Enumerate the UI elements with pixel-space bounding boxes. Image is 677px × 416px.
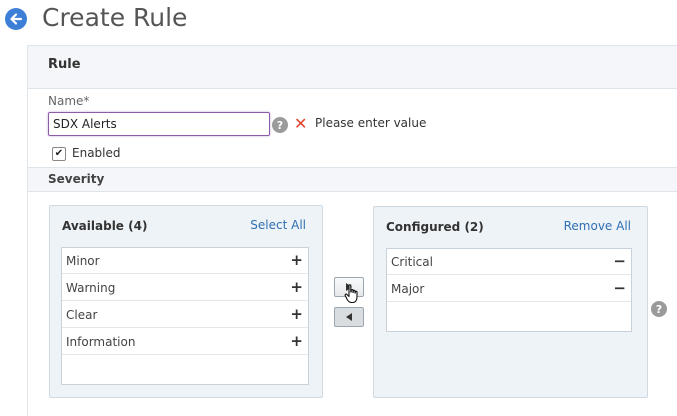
severity-heading: Severity: [48, 172, 105, 186]
list-item[interactable]: Warning +: [62, 275, 308, 301]
minus-icon[interactable]: −: [613, 279, 626, 297]
available-list[interactable]: Minor + Warning + Clear + Information +: [61, 247, 309, 385]
enabled-checkbox[interactable]: ✔: [52, 147, 66, 161]
item-label: Clear: [66, 308, 98, 322]
hand-cursor-icon: [344, 284, 358, 304]
item-label: Information: [66, 335, 136, 349]
name-input[interactable]: [48, 112, 270, 136]
list-item[interactable]: Critical −: [387, 249, 631, 275]
severity-section-header: [28, 167, 677, 192]
configured-listbox: Configured (2) Remove All Critical − Maj…: [373, 206, 648, 398]
page-title: Create Rule: [42, 3, 188, 32]
rule-heading: Rule: [48, 57, 81, 72]
help-icon[interactable]: ?: [272, 117, 288, 133]
name-label: Name*: [48, 94, 90, 108]
error-x-icon: ✕: [294, 114, 308, 133]
plus-icon[interactable]: +: [290, 278, 303, 296]
select-all-link[interactable]: Select All: [250, 218, 306, 232]
remove-all-link[interactable]: Remove All: [564, 219, 631, 233]
caret-left-icon: [346, 313, 352, 321]
plus-icon[interactable]: +: [290, 251, 303, 269]
plus-icon[interactable]: +: [290, 332, 303, 350]
name-error-message: Please enter value: [315, 116, 427, 130]
rule-panel: Rule Name* ? ✕ Please enter value ✔ Enab…: [27, 45, 677, 416]
arrow-left-icon: [10, 13, 23, 25]
available-listbox: Available (4) Select All Minor + Warning…: [49, 205, 323, 398]
enabled-label: Enabled: [72, 146, 121, 160]
configured-title: Configured (2): [386, 220, 484, 234]
item-label: Critical: [391, 255, 433, 269]
list-item[interactable]: Clear +: [62, 302, 308, 328]
available-title: Available (4): [62, 219, 148, 233]
configured-list[interactable]: Critical − Major −: [386, 248, 632, 332]
back-button[interactable]: [5, 8, 27, 30]
check-icon: ✔: [54, 148, 64, 159]
list-item[interactable]: Minor +: [62, 248, 308, 274]
item-label: Minor: [66, 254, 100, 268]
move-left-button[interactable]: [334, 307, 364, 327]
minus-icon[interactable]: −: [613, 252, 626, 270]
severity-help-icon[interactable]: ?: [651, 301, 667, 317]
item-label: Warning: [66, 281, 116, 295]
list-item[interactable]: Major −: [387, 276, 631, 302]
plus-icon[interactable]: +: [290, 305, 303, 323]
rule-section-header: [28, 46, 677, 89]
list-item[interactable]: Information +: [62, 329, 308, 355]
item-label: Major: [391, 282, 425, 296]
